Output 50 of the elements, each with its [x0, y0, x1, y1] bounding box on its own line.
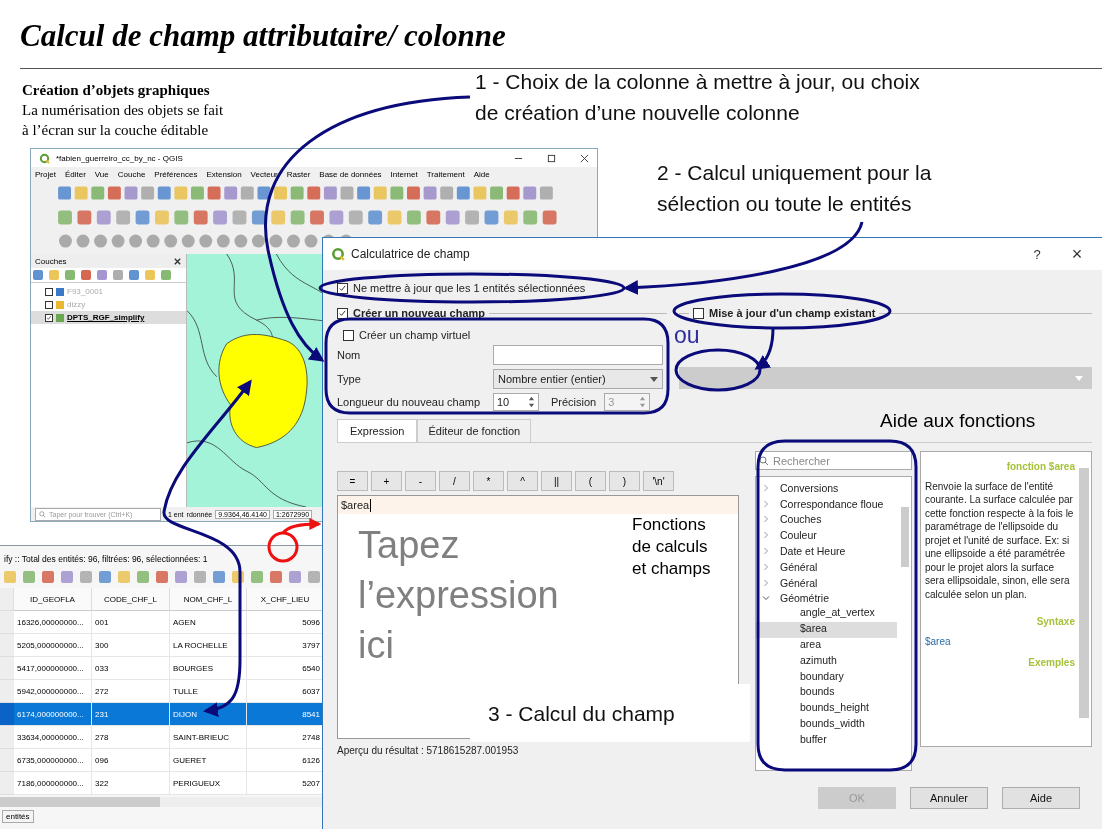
layer-name: F93_0001	[67, 287, 104, 296]
help-text: Renvoie la surface de l'entité courante. La surface calculée par cette fonction respecte à la fois le paramétrage de l'ellipsoide du projet et l'unité de surface. Ex: si une ellipsoide a été paramétrée pour le projet alors la surface sera ellipsoidale, sinon, elle sera calculée selon un plan.	[925, 479, 1075, 601]
table-cell: 6174,000000000...	[14, 703, 92, 726]
preview-text: Aperçu du résultat : 5718615287.001953	[337, 745, 520, 756]
table-cell: BOURGES	[170, 657, 247, 680]
table-cell: 6735,000000000...	[14, 749, 92, 772]
body-text: La numérisation des objets se fait	[22, 101, 224, 120]
table-cell: 16326,00000000...	[14, 611, 92, 634]
help-heading: Syntaxe	[1035, 615, 1075, 629]
panel-title: Couches	[35, 256, 67, 266]
table-cell: DIJON	[170, 703, 247, 726]
table-cell: 7186,000000000...	[14, 772, 92, 795]
callout-text: 1 - Choix de la colonne à mettre à jour, ou choix de création d’une nouvelle colonne	[475, 69, 920, 126]
callout-tooltip: 3 - Calcul du champ	[470, 684, 750, 742]
field-label: Précision	[551, 396, 597, 408]
slide-title: Calcul de champ attributaire/ colonne	[20, 18, 507, 54]
callout-text: 2 - Calcul uniquement pour la sélection ou toute le entités	[657, 160, 932, 217]
table-cell: AGEN	[170, 611, 247, 634]
table-cell: 33634,00000000...	[14, 726, 92, 749]
table-cell: PERIGUEUX	[170, 772, 247, 795]
window-title: *fabien_guerreiro_cc_by_nc - QGIS	[56, 153, 183, 163]
field-label: Type	[337, 373, 362, 385]
annotation-text: ou	[674, 322, 700, 349]
window-title: ify :: Total des entités: 96, filtrées: 96, sélectionnées: 1	[3, 553, 209, 566]
table-cell: 322	[92, 772, 170, 795]
table-cell: 096	[92, 749, 170, 772]
table-cell: LA ROCHELLE	[170, 634, 247, 657]
layer-name: DPTS_RGF_simplify	[67, 313, 145, 322]
body-text: à l’écran sur la couche éditable	[22, 121, 210, 140]
help-heading: Exemples	[1027, 656, 1075, 670]
syntax-text: $area	[925, 634, 952, 648]
table-cell: 231	[92, 703, 170, 726]
table-cell: 8541	[247, 703, 324, 726]
section-heading: Création d’objets graphiques	[22, 81, 211, 100]
table-cell: 033	[92, 657, 170, 680]
table-cell: GUERET	[170, 749, 247, 772]
help-heading: fonction $area	[1005, 460, 1075, 474]
expression-hint-text: Tapez l’expression ici	[358, 523, 559, 668]
annotation-text: Fonctions de calculs et champs	[632, 514, 711, 580]
field-label: Longueur du nouveau champ	[337, 396, 482, 408]
table-cell: 278	[92, 726, 170, 749]
dialog-title: Calculatrice de champ	[351, 247, 470, 261]
table-cell: 5205,000000000...	[14, 634, 92, 657]
field-label: Nom	[337, 349, 362, 361]
layer-name: dizzy	[67, 300, 86, 309]
table-cell: 001	[92, 611, 170, 634]
table-cell: 5417,000000000...	[14, 657, 92, 680]
table-cell: SAINT-BRIEUC	[170, 726, 247, 749]
annotation-text: Aide aux fonctions	[880, 410, 1036, 432]
table-cell: 300	[92, 634, 170, 657]
